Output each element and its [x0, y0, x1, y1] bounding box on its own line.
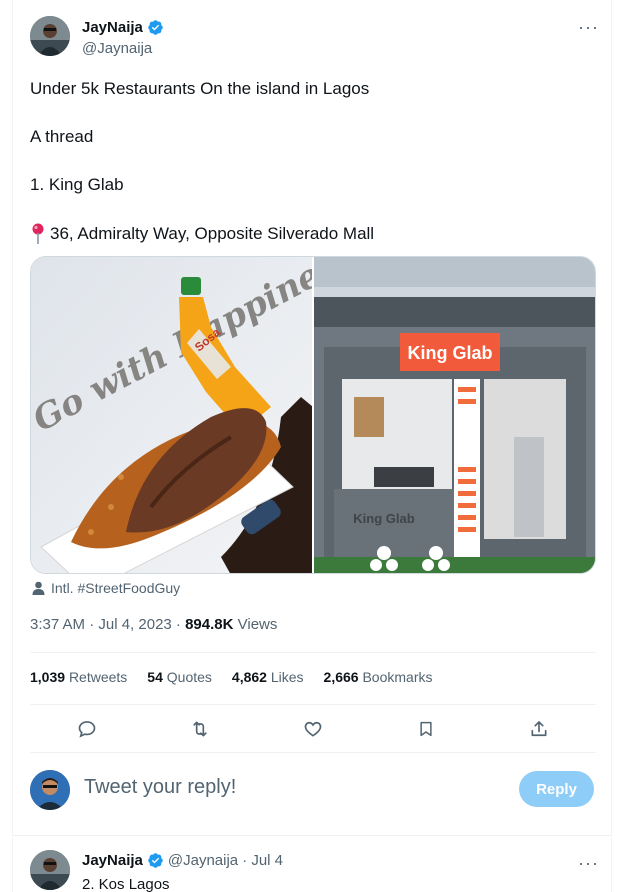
next-tweet-text: 2. Kos Lagos — [82, 876, 170, 892]
divider-top — [30, 652, 596, 653]
address-text: 36, Admiralty Way, Opposite Silverado Ma… — [50, 224, 375, 243]
next-tweet[interactable]: JayNaija @Jaynaija · Jul 4 ··· 2. Kos La… — [12, 838, 612, 892]
food-photo[interactable]: Go with Happiness. Sosa — [31, 257, 312, 573]
stat-quotes[interactable]: 54 Quotes — [147, 669, 212, 685]
divider-middle — [30, 704, 596, 705]
stat-bookmarks[interactable]: 2,666 Bookmarks — [324, 669, 433, 685]
verified-badge-icon — [148, 853, 163, 868]
next-tweet-header: JayNaija @Jaynaija · Jul 4 — [82, 852, 283, 869]
next-tweet-date[interactable]: · Jul 4 — [242, 852, 283, 869]
bookmark-icon[interactable] — [409, 712, 443, 746]
reply-icon[interactable] — [70, 712, 104, 746]
retweet-icon[interactable] — [183, 712, 217, 746]
action-bar — [30, 706, 596, 752]
tweet-stats: 1,039 Retweets 54 Quotes 4,862 Likes 2,6… — [30, 669, 433, 685]
more-dots-icon[interactable]: ··· — [578, 854, 599, 872]
reply-button[interactable]: Reply — [519, 771, 594, 807]
next-tweet-avatar[interactable] — [30, 850, 70, 890]
author-name[interactable]: JayNaija — [82, 19, 143, 36]
red-pin-icon — [32, 223, 44, 244]
share-icon[interactable] — [522, 712, 556, 746]
person-icon — [32, 581, 45, 595]
reply-avatar[interactable] — [30, 770, 70, 810]
photo-attribution[interactable]: Intl. #StreetFoodGuy — [32, 580, 180, 596]
more-dots-icon[interactable]: ··· — [578, 18, 599, 36]
reply-input[interactable]: Tweet your reply! — [84, 776, 236, 799]
like-icon[interactable] — [296, 712, 330, 746]
author-handle[interactable]: @Jaynaija — [82, 40, 152, 57]
tweet-line-3: 1. King Glab — [30, 175, 124, 194]
views-label: Views — [233, 616, 278, 633]
author-avatar[interactable] — [30, 16, 70, 56]
tweet-card: JayNaija @Jaynaija ··· Under 5k Restaura… — [12, 0, 612, 836]
window-logo-text: King Glab — [353, 511, 414, 526]
media-grid: Go with Happiness. Sosa King Glab King G… — [30, 256, 596, 574]
tweet-line-2: A thread — [30, 127, 94, 146]
store-sign-text: King Glab — [408, 343, 493, 363]
next-tweet-handle[interactable]: @Jaynaija — [168, 852, 238, 869]
divider-bottom — [30, 752, 596, 753]
tweet-line-1: Under 5k Restaurants On the island in La… — [30, 79, 370, 98]
storefront-photo[interactable]: King Glab King Glab — [314, 257, 595, 573]
timestamp[interactable]: 3:37 AM · Jul 4, 2023 · — [30, 616, 185, 633]
views-count: 894.8K — [185, 616, 234, 633]
stat-retweets[interactable]: 1,039 Retweets — [30, 669, 127, 685]
verified-badge-icon — [148, 20, 163, 35]
stat-likes[interactable]: 4,862 Likes — [232, 669, 304, 685]
attribution-text: Intl. #StreetFoodGuy — [51, 580, 181, 596]
tweet-line-4: 36, Admiralty Way, Opposite Silverado Ma… — [30, 223, 374, 245]
author-name-row: JayNaija — [82, 19, 164, 36]
next-tweet-author-name[interactable]: JayNaija — [82, 852, 143, 869]
tweet-meta: 3:37 AM · Jul 4, 2023 · 894.8K Views — [30, 616, 277, 633]
